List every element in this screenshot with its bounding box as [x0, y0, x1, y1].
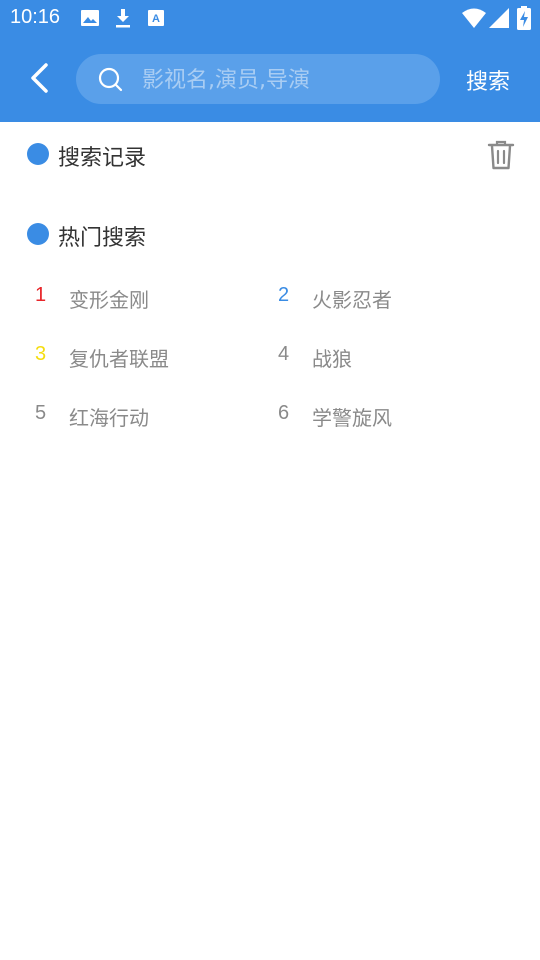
hot-rank: 5	[35, 402, 47, 424]
hot-name: 火影忍者	[312, 288, 392, 312]
hot-rank: 3	[35, 343, 47, 365]
status-time: 10:16	[10, 6, 61, 28]
hot-search-section: 热门搜索	[0, 202, 540, 262]
svg-text:A: A	[152, 13, 160, 25]
status-bar: 10:16 A	[0, 0, 540, 36]
hot-name: 战狼	[312, 347, 352, 371]
hot-search-title: 热门搜索	[58, 226, 147, 251]
trash-icon[interactable]	[486, 139, 516, 171]
search-icon	[98, 67, 123, 92]
app-header: 10:16 A 影视名,演员,导演 搜索	[0, 0, 540, 122]
search-history-section: 搜索记录	[0, 122, 540, 202]
download-icon	[116, 9, 130, 28]
search-history-title: 搜索记录	[58, 146, 147, 171]
hot-rank: 4	[278, 343, 290, 365]
hot-name: 学警旋风	[312, 406, 392, 430]
search-box[interactable]	[76, 54, 440, 106]
font-icon: A	[148, 10, 164, 26]
hot-name: 变形金刚	[69, 288, 149, 312]
hot-rank: 1	[35, 284, 47, 306]
battery-charging-icon	[517, 6, 531, 30]
signal-icon	[489, 8, 509, 28]
hot-name: 复仇者联盟	[69, 347, 169, 371]
search-button[interactable]: 搜索	[466, 64, 510, 96]
wifi-icon	[462, 8, 486, 28]
hot-rank: 2	[278, 284, 290, 306]
chevron-left-icon[interactable]	[22, 58, 58, 98]
search-toolbar: 搜索	[0, 36, 540, 122]
hot-rank: 6	[278, 402, 290, 424]
image-icon	[81, 10, 99, 26]
hot-name: 红海行动	[69, 406, 149, 430]
section-dot	[27, 143, 49, 165]
section-dot	[27, 223, 49, 245]
search-input[interactable]	[140, 54, 434, 106]
